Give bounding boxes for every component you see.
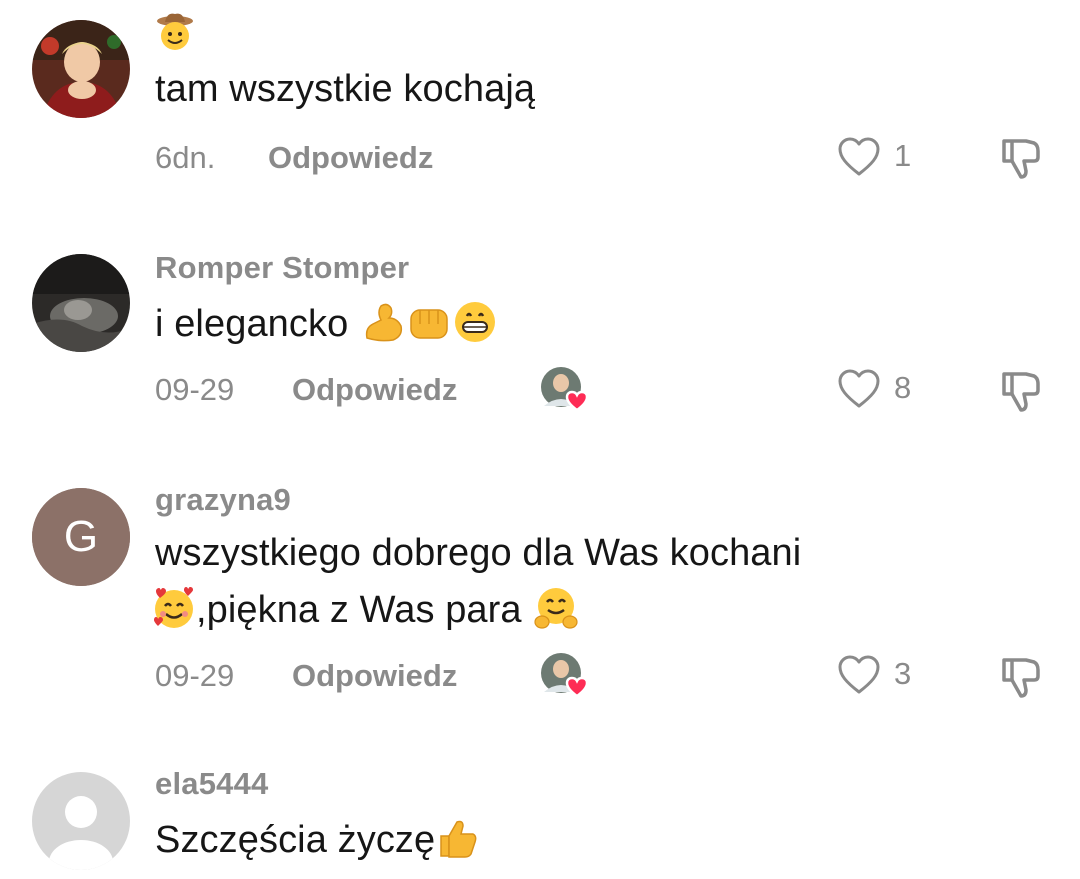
avatar[interactable] (32, 772, 130, 870)
comment-text-content: Szczęścia życzę (155, 819, 436, 861)
default-avatar-icon (32, 772, 130, 870)
comment-text: Szczęścia życzę (155, 816, 479, 862)
username[interactable]: ela5444 (155, 766, 268, 802)
thumbs-up-emoji (435, 816, 479, 860)
comment-item: ela5444 Szczęścia życzę (0, 0, 1080, 879)
